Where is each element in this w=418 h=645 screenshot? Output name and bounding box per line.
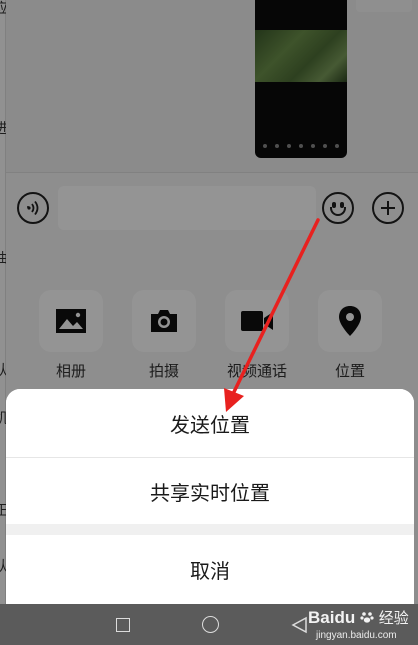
action-sheet: 发送位置 共享实时位置 取消 bbox=[6, 389, 414, 604]
share-live-location-button[interactable]: 共享实时位置 bbox=[6, 458, 414, 524]
paw-icon bbox=[360, 609, 374, 623]
home-button[interactable] bbox=[195, 604, 225, 645]
screen: 应 进 曲 认 机 正 认 相册 拍摄 视频通话 位置 发送位置 共享实时位置 … bbox=[0, 0, 418, 645]
send-location-button[interactable]: 发送位置 bbox=[6, 389, 414, 457]
circle-icon bbox=[201, 616, 219, 633]
square-icon bbox=[116, 617, 130, 632]
watermark-url: jingyan.baidu.com bbox=[316, 630, 397, 641]
baidu-jingyan-watermark: Baidu 经验 jingyan.baidu.com bbox=[300, 604, 418, 645]
sheet-separator bbox=[6, 524, 414, 535]
cancel-button[interactable]: 取消 bbox=[6, 535, 414, 604]
recent-apps-button[interactable] bbox=[108, 604, 138, 645]
watermark-logo: Baidu 经验 bbox=[308, 608, 409, 627]
